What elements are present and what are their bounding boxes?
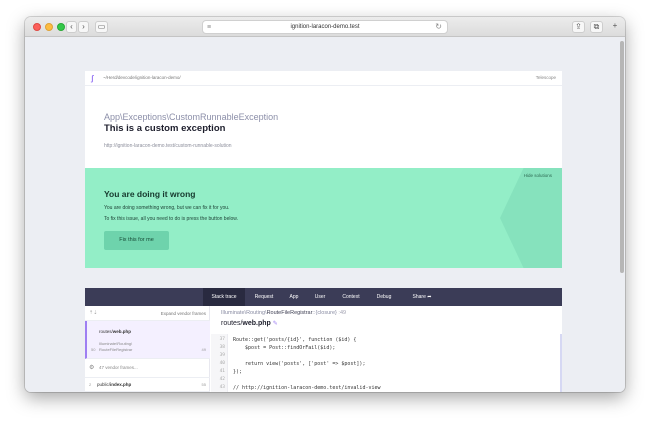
- frame-file-dir: routes/: [99, 329, 113, 334]
- line-number[interactable]: 41: [213, 369, 225, 374]
- close-window-button[interactable]: [33, 23, 41, 31]
- solution-description-line-2: To fix this issue, all you need to do is…: [104, 216, 238, 222]
- sidebar-icon: ▭: [97, 22, 106, 31]
- tab-share-label: Share: [412, 294, 426, 300]
- new-tab-button[interactable]: +: [609, 21, 621, 33]
- code-line: return view('posts', ['post' => $post]);: [233, 361, 366, 367]
- frame-file-dir: public/: [97, 382, 111, 387]
- frame-file: routes/web.php: [99, 329, 131, 334]
- exception-url[interactable]: http://ignition-laracon-demo.test/custom…: [104, 143, 232, 149]
- share-icon: ⇪: [575, 22, 582, 31]
- code-line: Route::get('posts/{id}', function ($id) …: [233, 337, 357, 343]
- tab-app[interactable]: App: [283, 288, 305, 306]
- page-viewport: ʃ ~/Herd/devcode/ignition-laracon-demo/ …: [25, 38, 625, 392]
- frame-list-header: ⇡⇣ Expand vendor frames: [85, 306, 210, 321]
- reload-icon[interactable]: ↻: [435, 21, 442, 33]
- sidebar-button[interactable]: ▭: [95, 21, 108, 33]
- code-class-name: Illuminate\Routing\RouteFileRegistrar::{…: [221, 310, 346, 316]
- share-arrow-icon: ➦: [427, 294, 432, 300]
- code-class-short: RouteFileRegistrar: [266, 310, 313, 316]
- code-file-name: web.php: [242, 320, 271, 327]
- chevron-right-icon: ›: [82, 22, 85, 31]
- header-bar: ʃ ~/Herd/devcode/ignition-laracon-demo/ …: [85, 71, 562, 86]
- line-number-gutter: 37 38 39 40 41 42 43: [211, 334, 228, 392]
- share-button[interactable]: ⇪: [572, 21, 585, 33]
- solution-description-line-1: You are doing something wrong, but we ca…: [104, 205, 230, 211]
- chevron-left-icon: ‹: [70, 22, 73, 31]
- exception-message: This is a custom exception: [104, 123, 226, 134]
- frame-namespace: Illuminate\Routing\: [99, 341, 133, 346]
- frame-item-active[interactable]: routes/web.php Illuminate\Routing\ Route…: [85, 321, 210, 359]
- plus-icon: +: [612, 21, 618, 30]
- code-file-path: routes/web.php ✎: [221, 320, 278, 327]
- frame-file: public/index.php: [97, 382, 131, 387]
- tab-stack-trace[interactable]: Stack trace: [203, 288, 245, 306]
- code-snippet: 37 38 39 40 41 42 43 Route::get('posts/{…: [211, 334, 562, 392]
- exception-class: App\Exceptions\CustomRunnableException: [104, 112, 279, 122]
- frame-function: RouteFileRegistrar: [99, 347, 133, 352]
- project-path: ~/Herd/devcode/ignition-laracon-demo/: [103, 75, 181, 80]
- code-line-ref: :49: [338, 310, 347, 316]
- code-class-prefix: Illuminate\Routing\: [221, 310, 267, 316]
- line-number[interactable]: 38: [213, 345, 225, 350]
- line-number[interactable]: 42: [213, 377, 225, 382]
- tab-request[interactable]: Request: [248, 288, 280, 306]
- solution-arrow-decoration: [500, 168, 562, 268]
- exception-card: ʃ ~/Herd/devcode/ignition-laracon-demo/ …: [85, 71, 562, 168]
- hide-solutions-link[interactable]: Hide solutions: [524, 173, 552, 178]
- expand-vendor-frames-button[interactable]: Expand vendor frames: [161, 311, 206, 316]
- vendor-frames-label: 47 vendor frames...: [99, 365, 138, 370]
- tabs-overview-button[interactable]: ⧉: [590, 21, 603, 33]
- frame-line-number: 55: [201, 382, 206, 387]
- address-text: ignition-laracon-demo.test: [290, 24, 360, 30]
- frame-index: 50: [91, 347, 96, 352]
- tab-user[interactable]: User: [308, 288, 332, 306]
- solution-title: You are doing it wrong: [104, 189, 196, 199]
- telescope-link[interactable]: Telescope: [536, 75, 556, 80]
- frame-item[interactable]: 2 public/index.php 55: [85, 378, 210, 392]
- tab-bar: Stack trace Request App User Context Deb…: [85, 288, 562, 306]
- line-number[interactable]: 39: [213, 353, 225, 358]
- code-file-dir: routes/: [221, 320, 243, 327]
- frame-index: 2: [89, 382, 92, 387]
- code-line: // http://ignition-laracon-demo.test/inv…: [233, 385, 381, 391]
- code-method: ::{closure}: [312, 310, 337, 316]
- reader-icon: ≡: [207, 24, 212, 31]
- code-line: });: [233, 369, 243, 375]
- pencil-icon[interactable]: ✎: [273, 321, 278, 327]
- tab-context[interactable]: Context: [335, 288, 367, 306]
- frame-list: ⇡⇣ Expand vendor frames routes/web.php I…: [85, 306, 210, 392]
- solution-panel: Hide solutions You are doing it wrong Yo…: [85, 168, 562, 268]
- minimize-window-button[interactable]: [45, 23, 53, 31]
- ignition-logo-icon: ʃ: [91, 74, 94, 83]
- browser-toolbar: ‹ › ▭ ≡ ignition-laracon-demo.test ↻ ⇪ ⧉…: [25, 17, 625, 37]
- scrollbar[interactable]: [620, 41, 624, 273]
- code-line: $post = Post::findOrFail($id);: [233, 345, 336, 351]
- line-number[interactable]: 43: [213, 385, 225, 390]
- frame-file-name: index.php: [110, 382, 132, 387]
- gear-icon: ⚙: [89, 365, 95, 371]
- browser-window: ‹ › ▭ ≡ ignition-laracon-demo.test ↻ ⇪ ⧉…: [25, 17, 625, 392]
- frame-file-name: web.php: [112, 329, 132, 334]
- line-number[interactable]: 40: [213, 361, 225, 366]
- expand-arrows-icon[interactable]: ⇡⇣: [89, 310, 97, 316]
- fix-this-button[interactable]: Fix this for me: [104, 231, 169, 250]
- forward-button[interactable]: ›: [78, 21, 89, 33]
- zoom-window-button[interactable]: [57, 23, 65, 31]
- code-header: Illuminate\Routing\RouteFileRegistrar::{…: [211, 306, 562, 332]
- stack-trace-panel: ⇡⇣ Expand vendor frames routes/web.php I…: [85, 306, 562, 392]
- tab-share[interactable]: Share ➦: [405, 288, 439, 306]
- tab-debug[interactable]: Debug: [370, 288, 398, 306]
- vendor-frames-item[interactable]: ⚙ 47 vendor frames...: [85, 359, 210, 378]
- back-button[interactable]: ‹: [66, 21, 77, 33]
- frame-line-number: 49: [201, 347, 206, 352]
- address-bar[interactable]: ≡ ignition-laracon-demo.test ↻: [202, 20, 448, 34]
- tabs-icon: ⧉: [593, 22, 600, 31]
- line-number[interactable]: 37: [213, 337, 225, 342]
